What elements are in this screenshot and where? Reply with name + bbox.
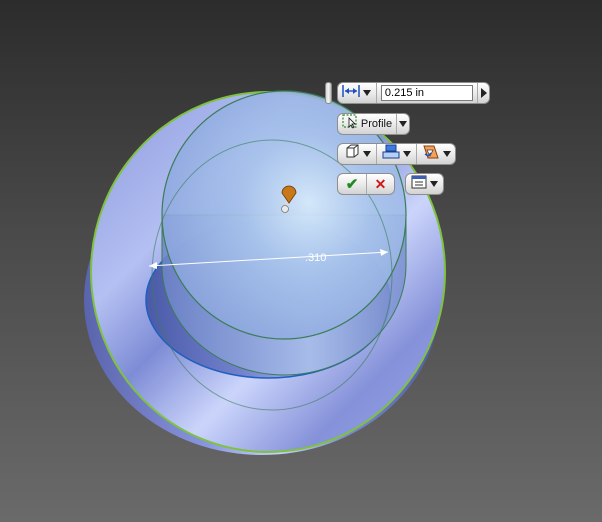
distance-expand-button[interactable] [477, 83, 489, 103]
chevron-down-icon [399, 121, 407, 127]
chevron-down-icon [430, 181, 438, 187]
distance-control [337, 82, 490, 104]
cancel-button[interactable]: ✕ [366, 174, 394, 194]
extrude-options-control [337, 143, 456, 165]
chevron-down-icon [403, 151, 411, 157]
output-type-button[interactable] [338, 144, 376, 164]
options-button[interactable] [406, 174, 443, 194]
close-icon: ✕ [374, 176, 387, 192]
distance-input[interactable] [380, 85, 473, 101]
chevron-down-icon [362, 151, 371, 157]
distance-mode-button[interactable] [338, 83, 376, 103]
profile-select-icon [342, 114, 358, 134]
boolean-button[interactable] [416, 144, 455, 164]
direction-button[interactable] [376, 144, 416, 164]
distance-value-cell [375, 83, 477, 103]
ok-button[interactable]: ✔ [338, 174, 366, 194]
profile-dropdown[interactable] [396, 114, 409, 134]
chevron-right-icon [480, 88, 487, 98]
direction-icon [382, 144, 400, 164]
profile-control: Profile [337, 113, 410, 135]
minitoolbar-grip[interactable] [325, 82, 332, 104]
solid-output-icon [344, 144, 360, 164]
3d-viewport[interactable]: .310 [0, 0, 602, 522]
options-list-icon [411, 175, 427, 194]
distance-icon [342, 84, 361, 103]
dimension-label: .310 [305, 252, 326, 264]
chevron-down-icon [442, 151, 451, 157]
chevron-down-icon [363, 90, 372, 96]
profile-label: Profile [360, 118, 393, 130]
checkmark-icon: ✔ [345, 175, 359, 193]
ok-cancel-control: ✔ ✕ [337, 173, 395, 195]
boolean-operation-icon [422, 144, 440, 165]
options-control [405, 173, 444, 195]
profile-button[interactable]: Profile [338, 114, 396, 134]
